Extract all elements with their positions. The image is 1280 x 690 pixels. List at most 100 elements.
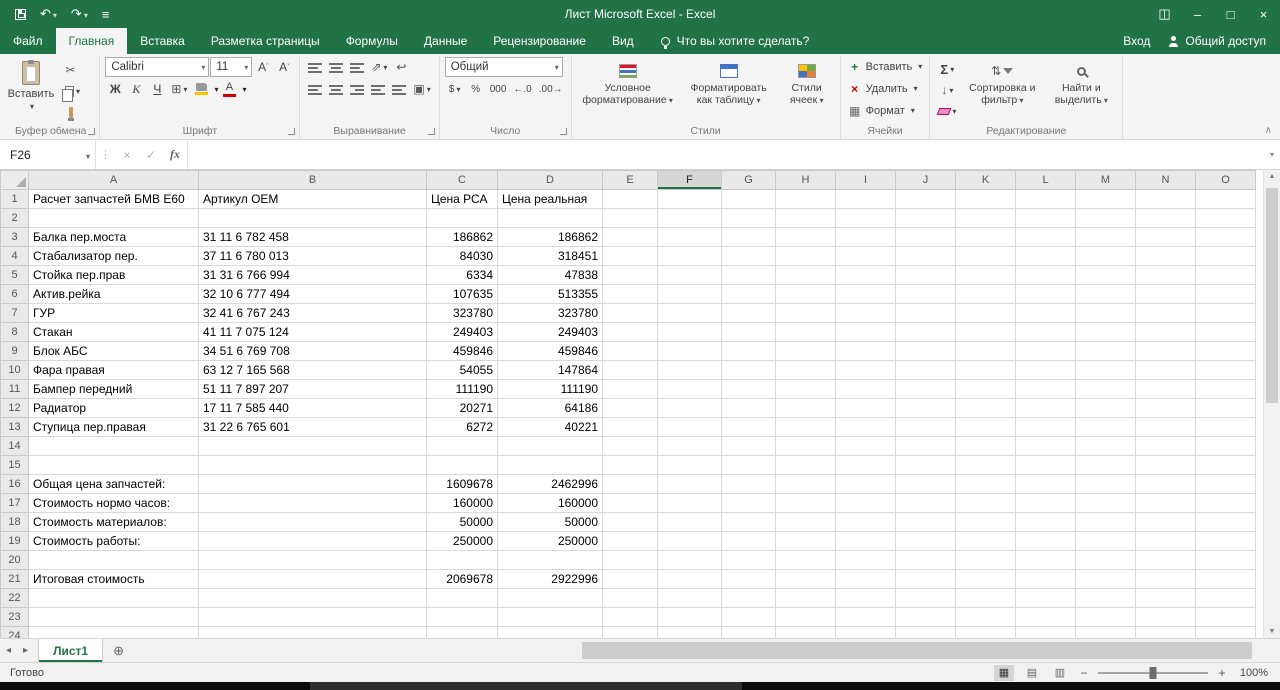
cell-D7[interactable]: 323780 [497, 303, 603, 323]
cell-F17[interactable] [657, 493, 722, 513]
cell-J16[interactable] [895, 474, 956, 494]
cell-D15[interactable] [497, 455, 603, 475]
cell-J17[interactable] [895, 493, 956, 513]
cell-I3[interactable] [835, 227, 896, 247]
cell-N11[interactable] [1135, 379, 1196, 399]
cell-G21[interactable] [721, 569, 776, 589]
cell-E12[interactable] [602, 398, 658, 418]
row-header-9[interactable]: 9 [0, 341, 29, 361]
cell-C13[interactable]: 6272 [426, 417, 498, 437]
cell-N7[interactable] [1135, 303, 1196, 323]
cell-O4[interactable] [1195, 246, 1256, 266]
cell-N5[interactable] [1135, 265, 1196, 285]
cell-N14[interactable] [1135, 436, 1196, 456]
orientation-dropdown[interactable] [381, 60, 387, 74]
cell-A23[interactable] [28, 607, 199, 627]
cell-M5[interactable] [1075, 265, 1136, 285]
cell-E22[interactable] [602, 588, 658, 608]
cell-E6[interactable] [602, 284, 658, 304]
cell-C8[interactable]: 249403 [426, 322, 498, 342]
cell-C19[interactable]: 250000 [426, 531, 498, 551]
cell-O24[interactable] [1195, 626, 1256, 638]
cell-D19[interactable]: 250000 [497, 531, 603, 551]
cell-J1[interactable] [895, 189, 956, 209]
cell-K3[interactable] [955, 227, 1016, 247]
cell-G3[interactable] [721, 227, 776, 247]
cell-B12[interactable]: 17 11 7 585 440 [198, 398, 427, 418]
cell-A19[interactable]: Стоимость работы: [28, 531, 199, 551]
cell-A12[interactable]: Радиатор [28, 398, 199, 418]
cell-H8[interactable] [775, 322, 836, 342]
cell-E16[interactable] [602, 474, 658, 494]
cell-J5[interactable] [895, 265, 956, 285]
cell-F3[interactable] [657, 227, 722, 247]
cell-O12[interactable] [1195, 398, 1256, 418]
cell-G6[interactable] [721, 284, 776, 304]
cell-O3[interactable] [1195, 227, 1256, 247]
cell-G19[interactable] [721, 531, 776, 551]
cell-J4[interactable] [895, 246, 956, 266]
cell-E10[interactable] [602, 360, 658, 380]
cell-J2[interactable] [895, 208, 956, 228]
cell-H21[interactable] [775, 569, 836, 589]
cell-K6[interactable] [955, 284, 1016, 304]
cell-D6[interactable]: 513355 [497, 284, 603, 304]
cell-G13[interactable] [721, 417, 776, 437]
cell-B6[interactable]: 32 10 6 777 494 [198, 284, 427, 304]
cell-H3[interactable] [775, 227, 836, 247]
cell-N22[interactable] [1135, 588, 1196, 608]
paste-dropdown[interactable] [28, 101, 34, 114]
cell-N19[interactable] [1135, 531, 1196, 551]
cell-K7[interactable] [955, 303, 1016, 323]
paste-button[interactable]: Вставить [7, 57, 55, 114]
select-all-corner[interactable] [0, 170, 29, 190]
cell-G23[interactable] [721, 607, 776, 627]
cell-J23[interactable] [895, 607, 956, 627]
comma-format-button[interactable]: 000 [487, 79, 510, 99]
cell-F23[interactable] [657, 607, 722, 627]
cell-A8[interactable]: Стакан [28, 322, 199, 342]
row-header-14[interactable]: 14 [0, 436, 29, 456]
borders-button[interactable]: ⊞ [168, 79, 190, 99]
cell-D5[interactable]: 47838 [497, 265, 603, 285]
cell-E17[interactable] [602, 493, 658, 513]
cell-M16[interactable] [1075, 474, 1136, 494]
cell-G11[interactable] [721, 379, 776, 399]
column-header-L[interactable]: L [1015, 170, 1076, 190]
cell-G14[interactable] [721, 436, 776, 456]
cell-N24[interactable] [1135, 626, 1196, 638]
font-size-combo[interactable]: 11 [210, 57, 253, 77]
cell-K9[interactable] [955, 341, 1016, 361]
insert-cells-dropdown[interactable] [916, 61, 922, 73]
cell-E13[interactable] [602, 417, 658, 437]
ribbon-tab-5[interactable]: Данные [411, 28, 480, 54]
cell-N6[interactable] [1135, 284, 1196, 304]
underline-button[interactable]: Ч [147, 79, 167, 99]
tell-me-box[interactable]: Что вы хотите сделать? [660, 28, 809, 54]
cell-O20[interactable] [1195, 550, 1256, 570]
cell-O16[interactable] [1195, 474, 1256, 494]
cell-F1[interactable] [657, 189, 722, 209]
cell-B5[interactable]: 31 31 6 766 994 [198, 265, 427, 285]
scroll-up-button[interactable]: ▲ [1264, 173, 1280, 180]
row-header-4[interactable]: 4 [0, 246, 29, 266]
row-header-17[interactable]: 17 [0, 493, 29, 513]
cell-J24[interactable] [895, 626, 956, 638]
cell-M14[interactable] [1075, 436, 1136, 456]
cell-J21[interactable] [895, 569, 956, 589]
cell-O11[interactable] [1195, 379, 1256, 399]
cell-B20[interactable] [198, 550, 427, 570]
cell-L11[interactable] [1015, 379, 1076, 399]
cell-D4[interactable]: 318451 [497, 246, 603, 266]
cell-N20[interactable] [1135, 550, 1196, 570]
cell-O6[interactable] [1195, 284, 1256, 304]
ribbon-display-options-button[interactable]: ◫ [1148, 0, 1181, 28]
cell-C6[interactable]: 107635 [426, 284, 498, 304]
customize-qat-button[interactable]: ≡ [95, 0, 117, 28]
cell-M6[interactable] [1075, 284, 1136, 304]
minimize-button[interactable]: – [1181, 0, 1214, 28]
cell-F20[interactable] [657, 550, 722, 570]
cell-E9[interactable] [602, 341, 658, 361]
row-header-2[interactable]: 2 [0, 208, 29, 228]
cell-I11[interactable] [835, 379, 896, 399]
